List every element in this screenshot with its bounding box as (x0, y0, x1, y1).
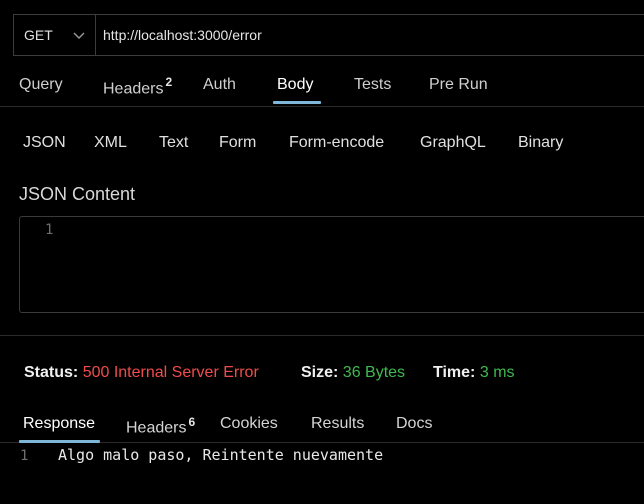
request-tabs: Query Headers 2 Auth Body Tests Pre Run (0, 66, 644, 107)
body-type-json[interactable]: JSON (23, 134, 66, 152)
time-value: 3 ms (479, 364, 515, 381)
body-type-binary[interactable]: Binary (518, 134, 563, 152)
size-value: 36 Bytes (342, 364, 406, 381)
active-response-tab-indicator (19, 440, 100, 443)
tab-docs[interactable]: Docs (396, 415, 432, 433)
time-info: Time: 3 ms (433, 364, 515, 382)
response-line-number: 1 (20, 448, 29, 464)
tab-response[interactable]: Response (23, 415, 95, 433)
body-type-form[interactable]: Form (219, 134, 256, 152)
tab-pre-run[interactable]: Pre Run (429, 76, 488, 94)
headers-count-badge: 2 (165, 75, 173, 89)
body-type-xml[interactable]: XML (94, 134, 127, 152)
tab-cookies[interactable]: Cookies (220, 415, 278, 433)
response-body: 1 Algo malo paso, Reintente nuevamente (20, 446, 383, 464)
url-input[interactable] (96, 15, 616, 55)
divider (0, 335, 644, 336)
method-select[interactable]: GET (14, 15, 96, 55)
response-headers-count-badge: 6 (188, 415, 196, 429)
json-editor[interactable]: 1 (19, 216, 644, 313)
status-info: Status: 500 Internal Server Error (24, 364, 259, 382)
status-label: Status: (24, 364, 79, 381)
size-info: Size: 36 Bytes (301, 364, 405, 382)
json-content-title: JSON Content (19, 184, 136, 204)
status-value: 500 Internal Server Error (82, 364, 259, 381)
tab-results[interactable]: Results (311, 415, 364, 433)
size-label: Size: (301, 364, 339, 381)
tab-body[interactable]: Body (277, 76, 313, 94)
response-text: Algo malo paso, Reintente nuevamente (58, 446, 384, 464)
body-type-graphql[interactable]: GraphQL (420, 134, 486, 152)
response-tabs: Response Headers 6 Cookies Results Docs (0, 405, 644, 443)
url-bar: GET (13, 14, 644, 56)
tab-response-headers[interactable]: Headers 6 (126, 415, 195, 437)
chevron-down-icon (73, 32, 85, 39)
editor-line-number: 1 (45, 222, 54, 238)
body-type-text[interactable]: Text (159, 134, 188, 152)
body-type-form-encode[interactable]: Form-encode (289, 134, 384, 152)
tab-auth[interactable]: Auth (203, 76, 236, 94)
tab-headers[interactable]: Headers 2 (103, 75, 173, 98)
tab-tests[interactable]: Tests (354, 76, 391, 94)
tab-query[interactable]: Query (19, 76, 63, 94)
active-tab-indicator (273, 101, 321, 104)
time-label: Time: (433, 364, 476, 381)
method-label: GET (24, 27, 53, 43)
